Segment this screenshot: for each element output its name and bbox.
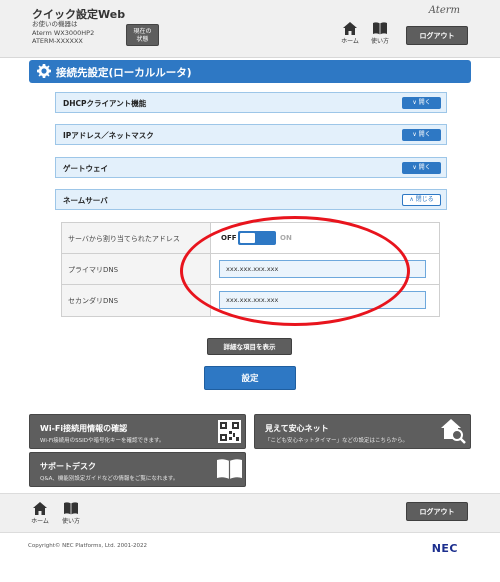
device-info-line: お使いの機器は (32, 20, 78, 28)
expand-label: 開く (418, 164, 431, 171)
wifi-info-title: Wi-Fi接続用情報の確認 (40, 424, 128, 433)
qr-code-icon (218, 420, 241, 443)
expand-label: 開く (418, 99, 431, 106)
expand-button[interactable]: ∨ 開く (402, 162, 441, 174)
safety-net-tile[interactable]: 見えて安心ネット 「こども安心ネットタイマー」などの設定はこちらから。 (254, 414, 471, 449)
copyright: Copyright© NEC Platforms, Ltd. 2001-2022 (28, 543, 148, 549)
name-server-form: サーバから割り当てられたアドレス OFF ON プライマリDNS セカンダリDN… (61, 222, 440, 317)
primary-dns-row: プライマリDNS (62, 254, 439, 285)
save-button[interactable]: 設定 (204, 366, 296, 390)
footer-home-label: ホーム (31, 518, 49, 525)
book-icon (217, 459, 242, 479)
accordion-label: ネームサーバ (63, 196, 108, 205)
footer-usage-link[interactable]: 使い方 (58, 502, 84, 525)
accordion-name-server[interactable]: ネームサーバ ∧ 閉じる (55, 189, 447, 210)
safety-net-title: 見えて安心ネット (265, 424, 329, 433)
auto-assign-row: サーバから割り当てられたアドレス OFF ON (62, 223, 439, 254)
footer-logout-button[interactable]: ログアウト (406, 502, 468, 521)
book-icon (64, 502, 78, 515)
footer-bar: ホーム 使い方 ログアウト (0, 493, 500, 533)
header: クイック設定Web お使いの機器は Aterm WX3000HP2 ATERM-… (0, 0, 500, 58)
auto-assign-label: サーバから割り当てられたアドレス (62, 223, 211, 253)
footer-home-link[interactable]: ホーム (27, 502, 53, 525)
home-link[interactable]: ホーム (337, 22, 363, 45)
expand-button[interactable]: ∨ 開く (402, 97, 441, 109)
device-info: お使いの機器は Aterm WX3000HP2 ATERM-XXXXXX (32, 20, 94, 46)
safety-net-desc: 「こども安心ネットタイマー」などの設定はこちらから。 (265, 438, 409, 444)
usage-label: 使い方 (370, 38, 389, 45)
accordion-dhcp-client[interactable]: DHCPクライアント機能 ∨ 開く (55, 92, 447, 113)
home-label: ホーム (341, 38, 359, 45)
current-status-label-line2: 状態 (136, 35, 149, 43)
footer-usage-label: 使い方 (61, 518, 80, 525)
secondary-dns-input[interactable] (219, 291, 426, 309)
accordion-label: IPアドレス／ネットマスク (63, 131, 154, 140)
device-ssid: ATERM-XXXXXX (32, 37, 83, 45)
collapse-button[interactable]: ∧ 閉じる (402, 194, 441, 206)
toggle-knob (240, 233, 255, 243)
primary-dns-label: プライマリDNS (62, 254, 211, 284)
accordion-label: ゲートウェイ (63, 164, 108, 173)
section-title: 接続先設定(ローカルルータ) (56, 67, 192, 79)
accordion-ip-netmask[interactable]: IPアドレス／ネットマスク ∨ 開く (55, 124, 447, 145)
wifi-info-desc: Wi-Fi接続用のSSIDや暗号化キーを確認できます。 (40, 438, 165, 444)
auto-assign-toggle[interactable] (238, 231, 276, 245)
logout-button[interactable]: ログアウト (406, 26, 468, 45)
house-magnifier-icon (441, 419, 466, 444)
secondary-dns-row: セカンダリDNS (62, 285, 439, 316)
section-title-bar: 接続先設定(ローカルルータ) (29, 60, 471, 83)
wifi-info-tile[interactable]: Wi-Fi接続用情報の確認 Wi-Fi接続用のSSIDや暗号化キーを確認できます… (29, 414, 246, 449)
device-model: Aterm WX3000HP2 (32, 28, 95, 37)
aterm-logo: Aterm (428, 5, 460, 16)
support-desk-desc: Q&A、機能別設定ガイドなどの情報をご覧になれます。 (40, 476, 179, 482)
current-status-button[interactable]: 現在の 状態 (126, 24, 159, 46)
accordion-gateway[interactable]: ゲートウェイ ∨ 開く (55, 157, 447, 178)
home-icon (343, 22, 357, 35)
primary-dns-input[interactable] (219, 260, 426, 278)
usage-link[interactable]: 使い方 (367, 22, 393, 45)
current-status-label-line1: 現在の (133, 28, 152, 35)
book-icon (373, 22, 387, 35)
nec-logo: NEC (431, 542, 458, 555)
gear-icon (37, 64, 51, 78)
home-icon (33, 502, 47, 515)
toggle-off-label: OFF (221, 234, 237, 242)
toggle-on-label: ON (280, 234, 292, 242)
show-details-button[interactable]: 詳細な項目を表示 (207, 338, 292, 355)
support-desk-tile[interactable]: サポートデスク Q&A、機能別設定ガイドなどの情報をご覧になれます。 (29, 452, 246, 487)
expand-label: 開く (418, 131, 431, 138)
expand-button[interactable]: ∨ 開く (402, 129, 441, 141)
support-desk-title: サポートデスク (40, 462, 96, 471)
accordion-label: DHCPクライアント機能 (63, 99, 147, 108)
secondary-dns-label: セカンダリDNS (62, 285, 211, 316)
collapse-label: 閉じる (415, 196, 434, 203)
